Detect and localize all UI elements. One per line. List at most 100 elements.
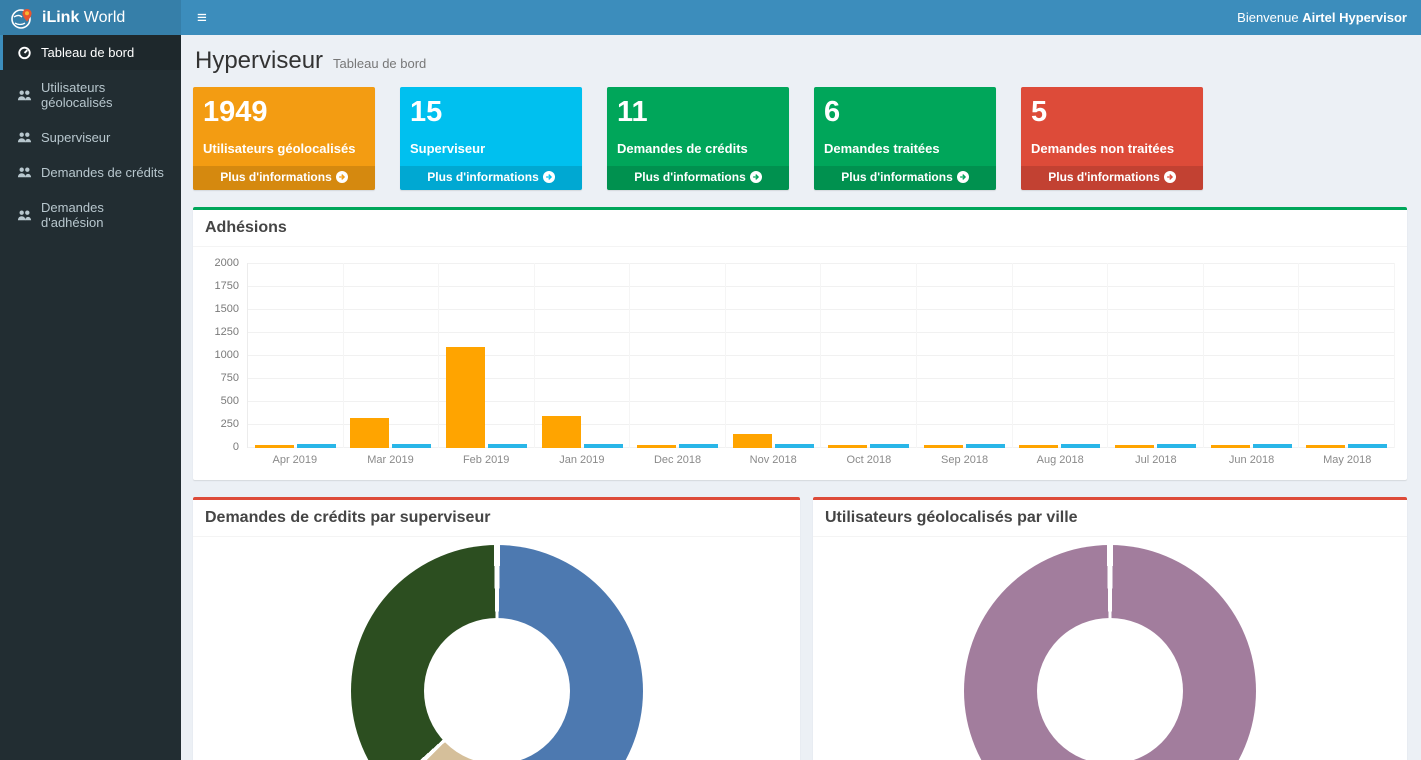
- sidebar-item-label: Tableau de bord: [41, 45, 134, 60]
- bar-group: [1013, 263, 1109, 448]
- bar-group: [917, 263, 1013, 448]
- sidebar-item[interactable]: Demandes d'adhésion: [0, 190, 181, 240]
- series-blue-bar: [1348, 444, 1387, 448]
- stat-card-inner: 1949Utilisateurs géolocalisés: [193, 87, 375, 164]
- stat-card: 11Demandes de créditsPlus d'informations: [607, 87, 789, 190]
- globe-pin-logo-icon: [10, 6, 34, 30]
- y-axis-tick-label: 2000: [215, 257, 239, 269]
- x-axis-tick-label: Mar 2019: [343, 454, 439, 466]
- y-axis-tick-label: 0: [233, 441, 239, 453]
- bar-group: [1108, 263, 1204, 448]
- sidebar-menu: Tableau de bord Utilisateurs géolocalisés…: [0, 35, 181, 240]
- stat-card-value: 6: [824, 95, 986, 130]
- series-orange-bar: [1019, 445, 1058, 448]
- stat-card: 1949Utilisateurs géolocalisés Plus d'info…: [193, 87, 375, 190]
- stat-cards-row: 1949Utilisateurs géolocalisés Plus d'info…: [193, 87, 1407, 190]
- stat-card-label: Demandes de crédits: [617, 141, 779, 156]
- bar-group: [726, 263, 822, 448]
- sidebar: iLink World Tableau de bord Utilisateurs …: [0, 0, 181, 760]
- card-more-label: Plus d'informations: [220, 170, 332, 184]
- x-axis-tick-label: Sep 2018: [917, 454, 1013, 466]
- users-by-city-donut-chart: [964, 545, 1256, 760]
- series-blue-bar: [1157, 444, 1196, 448]
- sidebar-item[interactable]: Tableau de bord: [0, 35, 181, 70]
- series-orange-bar: [924, 445, 963, 448]
- series-orange-bar: [446, 347, 485, 448]
- series-orange-bar: [637, 445, 676, 448]
- card-more-link[interactable]: Plus d'informations: [607, 166, 789, 190]
- donut-hole: [1037, 618, 1183, 760]
- bar-chart-y-axis: 200017501500125010007505002500: [205, 263, 247, 448]
- users-by-city-title: Utilisateurs géolocalisés par ville: [813, 500, 1407, 537]
- series-blue-bar: [392, 444, 431, 448]
- series-blue-bar: [488, 444, 527, 448]
- stat-card: 15 Superviseur Plus d'informations: [400, 87, 582, 190]
- users-icon: [17, 88, 32, 103]
- stat-card-inner: 6Demandes traitées: [814, 87, 996, 164]
- stat-card-value: 15: [410, 95, 572, 130]
- users-icon: [17, 208, 32, 223]
- sidebar-item[interactable]: Demandes de crédits: [0, 155, 181, 190]
- x-axis-tick-label: Apr 2019: [247, 454, 343, 466]
- y-axis-tick-label: 1500: [215, 303, 239, 315]
- x-axis-tick-label: Jul 2018: [1108, 454, 1204, 466]
- topbar: ≡ Bienvenue Airtel Hypervisor: [181, 0, 1421, 35]
- card-more-link[interactable]: Plus d'informations: [1021, 166, 1203, 190]
- y-axis-tick-label: 1000: [215, 349, 239, 361]
- donut-hole: [424, 618, 570, 760]
- sidebar-item[interactable]: Superviseur: [0, 120, 181, 155]
- sidebar-toggle-button[interactable]: ≡: [181, 0, 223, 35]
- series-orange-bar: [1211, 445, 1250, 448]
- x-axis-tick-label: Jun 2018: [1204, 454, 1300, 466]
- card-more-link[interactable]: Plus d'informations: [814, 166, 996, 190]
- stat-card-inner: 5 Demandes non traitées: [1021, 87, 1203, 164]
- adhesions-chart-box: Adhésions 200017501500125010007505002500…: [193, 207, 1407, 480]
- x-axis-tick-label: Dec 2018: [630, 454, 726, 466]
- credits-by-supervisor-box: Demandes de crédits par superviseur: [193, 497, 800, 760]
- card-more-link[interactable]: Plus d'informations: [400, 166, 582, 190]
- arrow-circle-right-icon: [336, 171, 348, 186]
- credits-by-supervisor-donut-chart: [351, 545, 643, 760]
- bar-group: [821, 263, 917, 448]
- users-icon: [17, 165, 32, 180]
- y-axis-tick-label: 500: [221, 395, 239, 407]
- brand[interactable]: iLink World: [0, 0, 181, 35]
- series-blue-bar: [679, 444, 718, 448]
- welcome-user: Airtel Hypervisor: [1302, 10, 1407, 25]
- x-axis-tick-label: Aug 2018: [1012, 454, 1108, 466]
- series-blue-bar: [297, 444, 336, 448]
- sidebar-item-label: Demandes d'adhésion: [41, 200, 167, 230]
- bar-chart-plot: Apr 2019Mar 2019Feb 2019Jan 2019Dec 2018…: [247, 263, 1395, 466]
- series-orange-bar: [733, 434, 772, 448]
- bar-group: [1204, 263, 1300, 448]
- series-blue-bar: [1061, 444, 1100, 448]
- main-content: Hyperviseur Tableau de bord 1949Utilisat…: [181, 35, 1421, 760]
- x-axis-tick-label: May 2018: [1299, 454, 1395, 466]
- stat-card-label: Demandes non traitées: [1031, 141, 1193, 156]
- bar-group: [439, 263, 535, 448]
- app-title: iLink World: [42, 9, 125, 27]
- card-more-label: Plus d'informations: [427, 170, 539, 184]
- sidebar-item[interactable]: Utilisateurs géolocalisés: [0, 70, 181, 120]
- stat-card-label: Superviseur: [410, 141, 572, 156]
- donut-boxes-row: Demandes de crédits par superviseur Util…: [193, 497, 1407, 760]
- bar-group: [630, 263, 726, 448]
- sidebar-item-label: Superviseur: [41, 130, 110, 145]
- y-axis-tick-label: 750: [221, 372, 239, 384]
- bar-chart-x-axis: Apr 2019Mar 2019Feb 2019Jan 2019Dec 2018…: [247, 454, 1395, 466]
- stat-card-value: 5: [1031, 95, 1193, 130]
- bar-group: [248, 263, 344, 448]
- page-title: Hyperviseur: [195, 47, 323, 75]
- series-orange-bar: [542, 416, 581, 448]
- series-orange-bar: [1306, 445, 1345, 448]
- series-orange-bar: [1115, 445, 1154, 448]
- hamburger-icon: ≡: [197, 9, 207, 26]
- series-blue-bar: [966, 444, 1005, 448]
- page-head: Hyperviseur Tableau de bord: [195, 47, 1407, 75]
- x-axis-tick-label: Feb 2019: [438, 454, 534, 466]
- page-subtitle: Tableau de bord: [333, 56, 426, 71]
- stat-card: 6Demandes traitéesPlus d'informations: [814, 87, 996, 190]
- sidebar-item-label: Demandes de crédits: [41, 165, 164, 180]
- card-more-link[interactable]: Plus d'informations: [193, 166, 375, 190]
- y-axis-tick-label: 250: [221, 418, 239, 430]
